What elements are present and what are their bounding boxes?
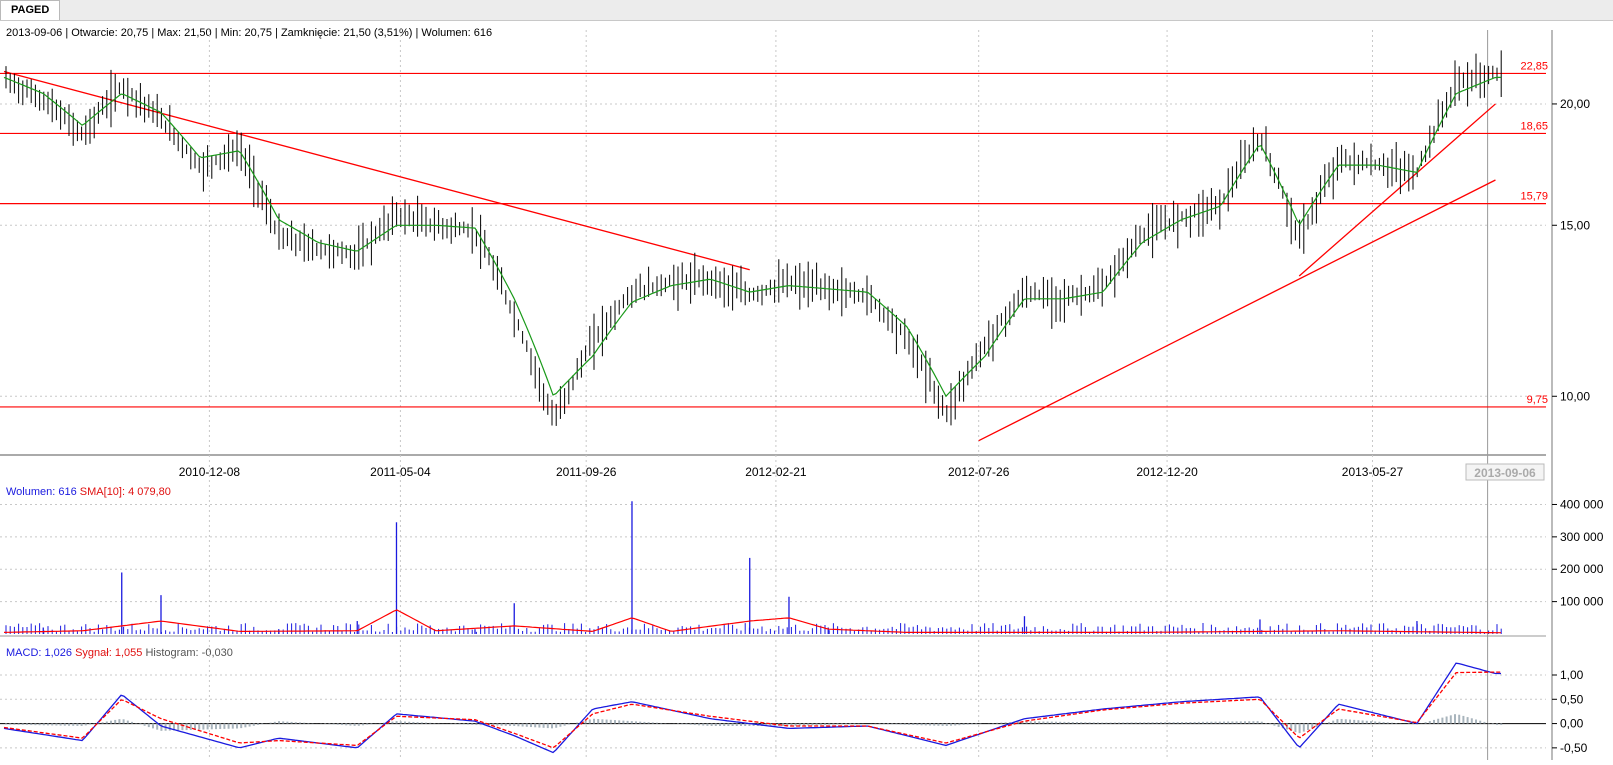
x-tick-label: 2010-12-08: [179, 465, 241, 479]
current-date-label: 2013-09-06: [1474, 466, 1536, 480]
volume-tick-label: 400 000: [1560, 497, 1604, 511]
macd-tick-label: -0,50: [1560, 741, 1588, 755]
price-sma-line: [3, 76, 1501, 398]
macd-tick-label: 1,00: [1560, 668, 1584, 682]
price-tick-label: 10,00: [1560, 389, 1590, 403]
price-tick-label: 15,00: [1560, 218, 1590, 232]
trendline: [3, 70, 750, 271]
x-tick-label: 2012-12-20: [1136, 465, 1198, 479]
x-tick-label: 2013-05-27: [1342, 465, 1404, 479]
price-bars: [5, 50, 1502, 426]
x-tick-label: 2011-09-26: [556, 465, 617, 479]
price-tick-label: 20,00: [1560, 97, 1590, 111]
x-tick-label: 2012-02-21: [745, 465, 807, 479]
volume-tick-label: 200 000: [1560, 562, 1604, 576]
macd-tick-label: 0,50: [1560, 692, 1584, 706]
x-tick-label: 2012-07-26: [948, 465, 1010, 479]
level-label: 22,85: [1520, 60, 1548, 72]
x-tick-label: 2011-05-04: [370, 465, 431, 479]
trendline: [1298, 103, 1496, 277]
volume-bars: [5, 501, 1502, 634]
macd-tick-label: 0,00: [1560, 717, 1584, 731]
macd-signal-line: [3, 671, 1501, 749]
level-label: 15,79: [1520, 191, 1548, 203]
level-label: 9,75: [1527, 394, 1548, 406]
volume-tick-label: 300 000: [1560, 530, 1604, 544]
level-label: 18,65: [1520, 120, 1548, 132]
volume-tick-label: 100 000: [1560, 595, 1604, 609]
stock-chart[interactable]: 2010-12-08 2011-05-04 2011-09-26 2012-02-21…: [0, 0, 1613, 765]
